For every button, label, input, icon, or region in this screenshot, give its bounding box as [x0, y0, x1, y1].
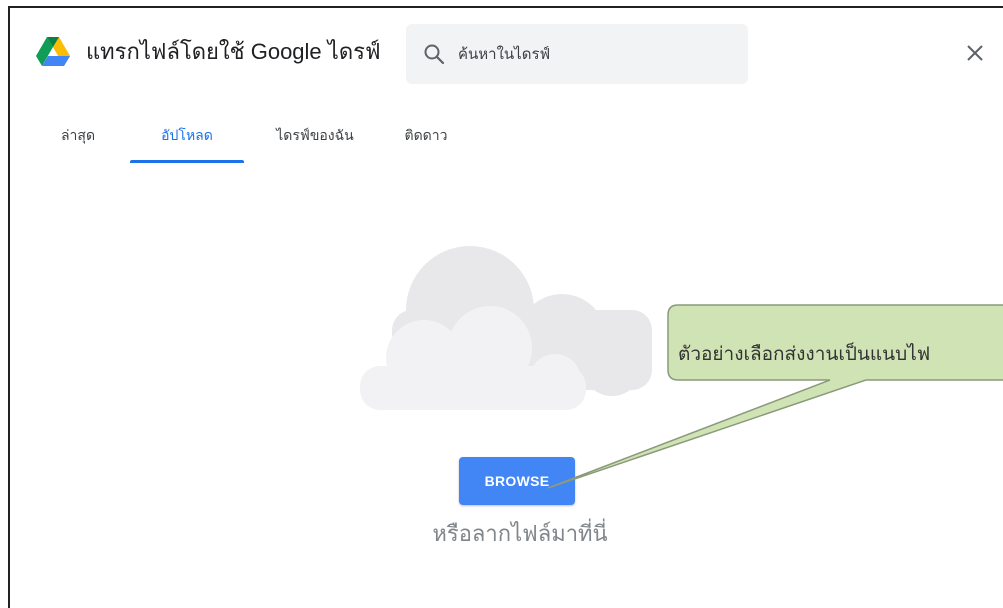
search-icon[interactable]: [422, 42, 446, 66]
tab-starred[interactable]: ติดดาว: [396, 108, 456, 163]
close-button[interactable]: [960, 38, 990, 68]
tab-upload[interactable]: อัปโหลด: [130, 108, 244, 163]
tab-bar: ล่าสุด อัปโหลด ไดรฟ์ของฉัน ติดดาว: [10, 108, 1003, 168]
browse-button[interactable]: BROWSE: [459, 457, 575, 505]
close-icon[interactable]: [965, 43, 985, 63]
drive-picker-dialog: แทรกไฟล์โดยใช้ Google ไดรฟ์ ล่าสุด อัปโห…: [8, 6, 1003, 608]
active-tab-indicator: [130, 160, 244, 163]
dialog-header: แทรกไฟล์โดยใช้ Google ไดรฟ์: [10, 8, 1003, 98]
tab-my-drive[interactable]: ไดรฟ์ของฉัน: [260, 108, 370, 163]
callout-text: ตัวอย่างเลือกส่งงานเป็นแนบไฟ: [678, 344, 931, 365]
google-drive-icon: [36, 37, 70, 66]
dialog-title: แทรกไฟล์โดยใช้ Google ไดรฟ์: [86, 39, 381, 64]
drop-files-text: หรือลากไฟล์มาที่นี่: [432, 521, 608, 546]
search-box[interactable]: [406, 24, 748, 84]
cloud-illustration: [360, 246, 652, 410]
tab-recent[interactable]: ล่าสุด: [52, 108, 104, 163]
search-input[interactable]: [458, 24, 728, 84]
